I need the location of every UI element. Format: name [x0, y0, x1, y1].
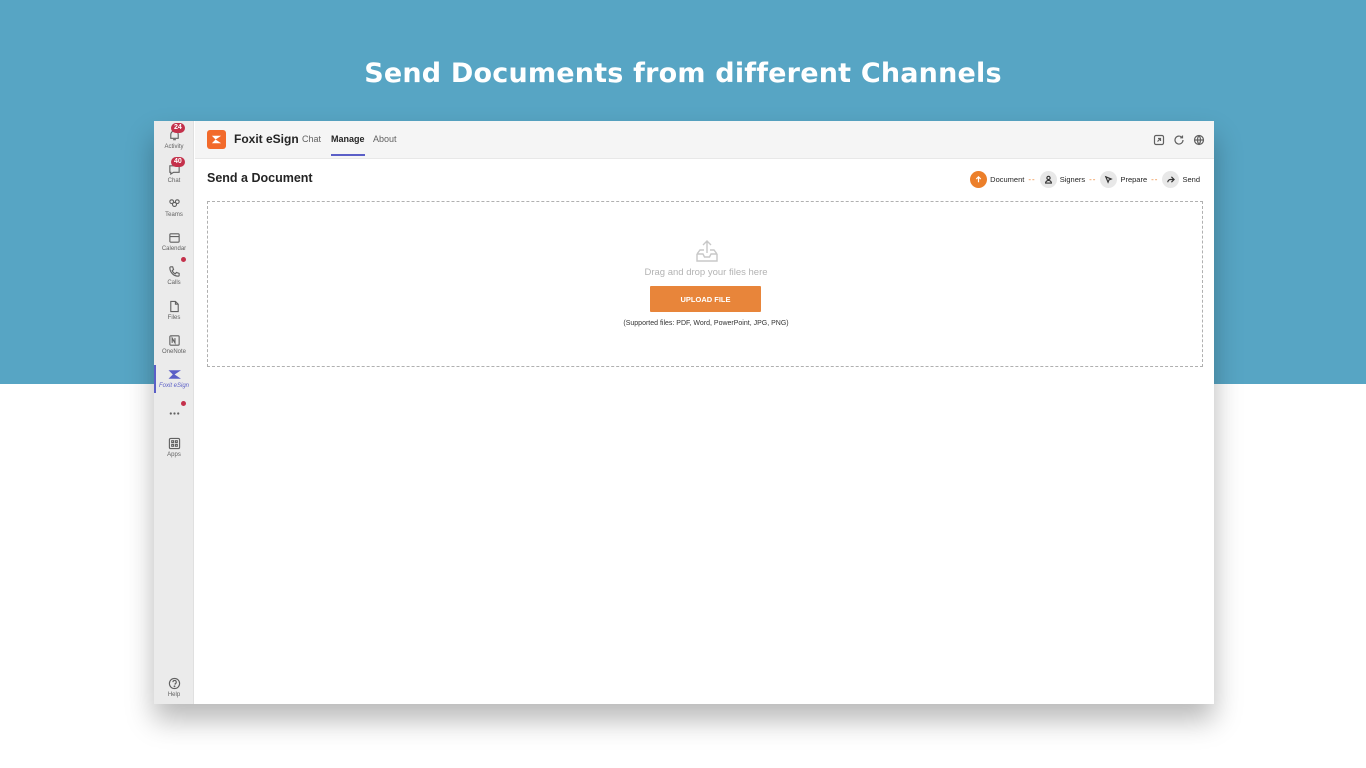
step-separator: --: [1028, 174, 1036, 184]
rail-item-onenote[interactable]: OneNote: [154, 334, 194, 364]
step-signers[interactable]: Signers: [1039, 170, 1086, 188]
step-separator: --: [1089, 174, 1097, 184]
tab-manage[interactable]: Manage: [331, 134, 365, 156]
rail-item-files[interactable]: Files: [154, 300, 194, 330]
upload-file-button[interactable]: UPLOAD FILE: [650, 286, 761, 312]
upload-tray-icon: [694, 239, 720, 265]
rail-item-calendar[interactable]: Calendar: [154, 231, 194, 261]
headline: Send Documents from different Channels: [364, 58, 1002, 89]
cursor-icon: [1100, 170, 1118, 188]
app-rail: 24 Activity 40 Chat Teams Calendar Calls…: [154, 121, 194, 704]
rail-label: Help: [167, 692, 181, 698]
rail-label: Calls: [167, 280, 181, 286]
phone-icon: [168, 266, 180, 277]
step-label: Document: [990, 174, 1025, 184]
file-icon: [169, 300, 179, 313]
step-label: Prepare: [1120, 174, 1148, 184]
activity-badge: 24: [171, 123, 185, 133]
tab-chat[interactable]: Chat: [302, 134, 321, 144]
onenote-icon: [168, 335, 180, 346]
rail-label: Chat: [167, 178, 181, 184]
foxit-logo-icon: [207, 130, 226, 149]
rail-label: Files: [167, 315, 181, 321]
rail-label: Teams: [165, 212, 183, 218]
page-title: Send a Document: [207, 171, 313, 185]
user-icon: [1039, 170, 1057, 188]
rail-label: Foxit eSign: [158, 383, 189, 389]
upload-arrow-icon: [970, 170, 988, 188]
supported-files-note: (Supported files: PDF, Word, PowerPoint,…: [623, 320, 789, 327]
app-title: Foxit eSign: [234, 132, 299, 146]
rail-item-calls[interactable]: Calls: [154, 257, 194, 295]
popout-icon[interactable]: [1153, 133, 1165, 146]
calls-notification-dot: [181, 257, 186, 262]
chat-badge: 40: [171, 157, 185, 167]
help-icon: [168, 677, 180, 690]
tab-about[interactable]: About: [373, 134, 397, 144]
step-separator: --: [1151, 174, 1159, 184]
rail-item-activity[interactable]: 24 Activity: [154, 123, 194, 159]
rail-label: OneNote: [161, 349, 186, 355]
refresh-icon[interactable]: [1173, 133, 1185, 145]
step-send[interactable]: Send: [1162, 170, 1200, 188]
wizard-steps: Document -- Signers -- Prepare -- Send: [970, 169, 1200, 189]
rail-item-foxit-esign[interactable]: Foxit eSign: [154, 365, 194, 398]
rail-label: Apps: [167, 452, 181, 458]
globe-icon[interactable]: [1193, 133, 1205, 146]
teams-icon: [168, 199, 180, 208]
step-label: Signers: [1059, 174, 1086, 184]
step-label: Send: [1182, 174, 1200, 184]
apps-icon: [168, 437, 180, 450]
teams-window: 24 Activity 40 Chat Teams Calendar Calls…: [154, 121, 1214, 704]
step-prepare[interactable]: Prepare: [1100, 170, 1148, 188]
rail-item-more[interactable]: [154, 401, 194, 437]
calendar-icon: [168, 233, 180, 243]
file-dropzone[interactable]: Drag and drop your files here UPLOAD FIL…: [207, 201, 1203, 367]
step-document[interactable]: Document: [970, 170, 1025, 188]
rail-item-help[interactable]: Help: [154, 677, 194, 704]
rail-label: Calendar: [161, 246, 187, 252]
app-header: Foxit eSign Chat Manage About: [195, 121, 1214, 159]
rail-item-teams[interactable]: Teams: [154, 197, 194, 227]
more-icon: [169, 412, 179, 415]
foxit-icon: [168, 370, 181, 379]
share-icon: [1162, 170, 1180, 188]
rail-item-apps[interactable]: Apps: [154, 437, 194, 467]
rail-item-chat[interactable]: 40 Chat: [154, 157, 194, 193]
more-notification-dot: [181, 401, 186, 406]
rail-label: Activity: [164, 144, 184, 150]
dropzone-hint: Drag and drop your files here: [644, 267, 768, 278]
